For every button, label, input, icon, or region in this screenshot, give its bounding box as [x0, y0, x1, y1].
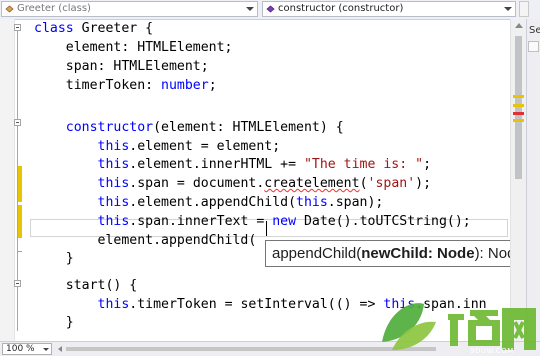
side-panel-button[interactable]: [528, 41, 539, 52]
code-token: constructor: [65, 119, 154, 135]
change-map-marker: [513, 104, 524, 107]
code-token: this: [97, 296, 130, 312]
code-token: Date().toUTCString();: [296, 213, 471, 229]
code-token: "The time is: ": [303, 157, 424, 173]
error-map-marker: [513, 112, 524, 115]
collapse-constructor-toggle[interactable]: [14, 119, 21, 126]
code-line[interactable]: element.appendChild(: [34, 231, 257, 250]
code-token: ;: [423, 157, 432, 173]
code-token: this: [97, 157, 130, 173]
code-line[interactable]: }: [34, 313, 74, 332]
code-token: (element: HTMLElement) {: [153, 119, 344, 135]
code-token: element.appendChild(: [34, 232, 257, 248]
code-token: timerToken:: [34, 78, 162, 93]
side-panel-tab[interactable]: Se: [529, 25, 540, 36]
code-token: class: [34, 21, 74, 36]
code-token: .span);: [327, 195, 384, 210]
code-token: start() {: [34, 277, 138, 293]
watermark-logo: [382, 303, 536, 350]
code-token: span: HTMLElement;: [34, 59, 209, 74]
code-token: .span = document.: [129, 176, 265, 192]
code-line[interactable]: this.span = document.createlement('span'…: [34, 174, 432, 193]
code-line[interactable]: this.element = element;: [34, 137, 281, 156]
editor-gutter: [0, 19, 15, 341]
collapse-start-toggle[interactable]: [14, 280, 21, 287]
type-dropdown[interactable]: Greeter (class): [1, 1, 258, 17]
change-map-marker: [513, 119, 524, 122]
code-line[interactable]: constructor(element: HTMLElement) {: [34, 118, 344, 137]
scroll-left-icon[interactable]: [58, 346, 62, 352]
code-token: element: HTMLElement;: [34, 40, 233, 55]
chevron-down-icon: [246, 7, 254, 11]
code-token: this: [97, 138, 130, 154]
navigation-bar: Greeter (class) constructor (constructor…: [0, 0, 540, 20]
signature-param: newChild: Node: [361, 245, 475, 262]
chevron-down-icon: [504, 7, 512, 11]
scrollbar-thumb[interactable]: [515, 36, 522, 179]
signature-help-tooltip: appendChild(newChild: Node): Node: [265, 240, 539, 267]
code-token: this: [97, 213, 130, 229]
change-marker: [18, 166, 22, 202]
code-token: Greeter {: [73, 21, 154, 36]
code-token: this: [296, 195, 328, 210]
text-cursor: [266, 221, 267, 236]
type-dropdown-value: Greeter (class): [17, 3, 91, 14]
code-token: (: [359, 176, 368, 192]
zoom-value: 100 %: [6, 344, 35, 354]
member-dropdown[interactable]: constructor (constructor): [262, 1, 516, 17]
code-token: }: [34, 315, 74, 331]
signature-method: appendChild(: [272, 245, 362, 262]
code-token: this: [97, 195, 130, 210]
code-token: ;: [208, 78, 217, 93]
code-line[interactable]: this.element.innerHTML += "The time is: …: [34, 155, 431, 174]
code-line[interactable]: span: HTMLElement;: [34, 57, 209, 76]
zoom-dropdown[interactable]: 100 %: [2, 343, 52, 355]
change-map-marker: [513, 95, 524, 98]
code-token: );: [415, 176, 432, 192]
class-icon: [5, 5, 14, 13]
code-token: this: [97, 176, 130, 192]
code-token: new: [272, 213, 297, 229]
code-line[interactable]: this.span.innerText = new Date().toUTCSt…: [34, 212, 471, 231]
code-token: createlement: [264, 176, 360, 192]
member-dropdown-value: constructor (constructor): [278, 3, 404, 14]
code-line[interactable]: }: [34, 249, 74, 268]
code-token: .element = element;: [129, 138, 281, 154]
code-token: .span.innerText =: [129, 213, 273, 229]
change-marker: [18, 205, 22, 238]
watermark-url: 9DUW.COM: [470, 347, 514, 355]
scroll-up-icon[interactable]: [515, 23, 523, 28]
code-line[interactable]: class Greeter {: [34, 19, 153, 38]
code-token: .element.appendChild(: [129, 195, 297, 210]
outline-end: [17, 251, 22, 252]
collapse-class-toggle[interactable]: [14, 24, 21, 31]
chevron-down-icon: [43, 348, 49, 351]
code-line[interactable]: this.element.appendChild(this.span);: [34, 193, 384, 212]
code-token: }: [34, 251, 74, 267]
code-token: .timerToken = setInterval(() =: [129, 296, 368, 312]
code-line[interactable]: element: HTMLElement;: [34, 38, 233, 57]
code-token: .element.innerHTML +=: [129, 157, 304, 173]
code-token: number: [161, 78, 209, 93]
code-token: 'span': [367, 176, 416, 192]
code-line[interactable]: start() {: [34, 276, 137, 295]
method-icon: [266, 5, 275, 13]
split-window-button[interactable]: [519, 1, 529, 17]
code-line[interactable]: timerToken: number;: [34, 76, 217, 95]
